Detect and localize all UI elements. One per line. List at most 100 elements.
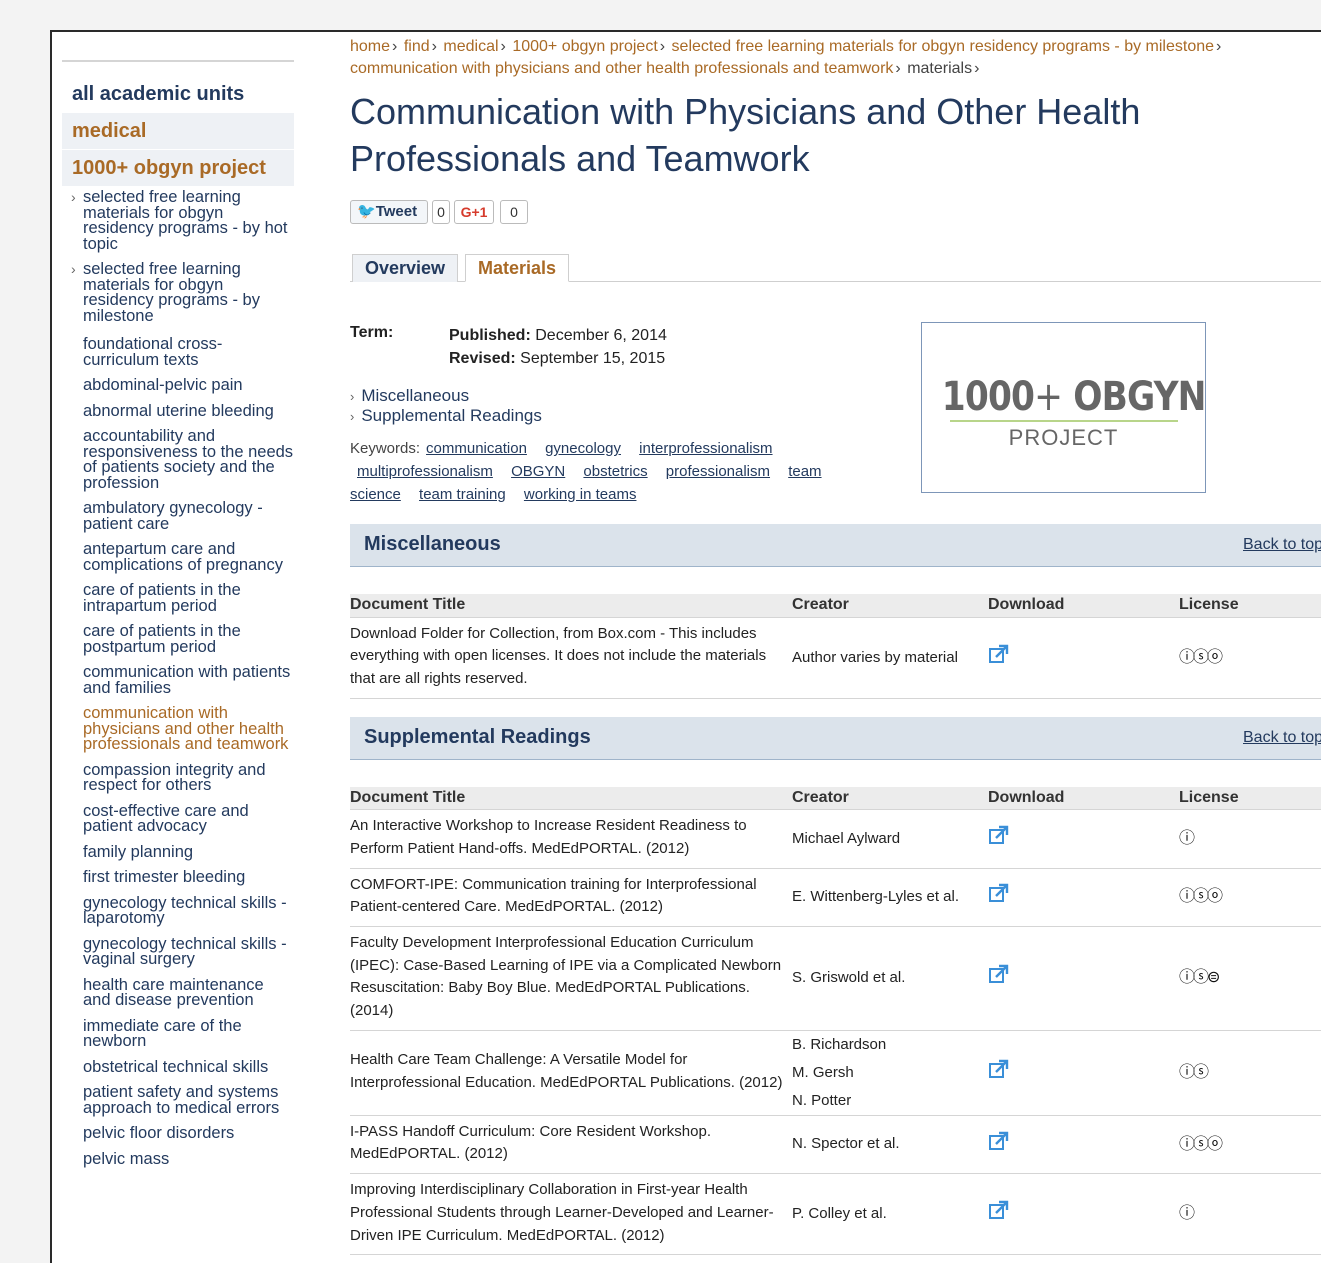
sidebar-item[interactable]: antepartum care and complications of pre… bbox=[62, 541, 294, 573]
document-title[interactable]: Improving Interdisciplinary Collaboratio… bbox=[350, 1173, 792, 1256]
sidebar-item-label: family planning bbox=[83, 842, 194, 861]
sidebar-item[interactable]: pelvic floor disorders bbox=[62, 1125, 294, 1142]
sidebar-item[interactable]: foundational cross-curriculum texts bbox=[62, 336, 294, 368]
keyword-link[interactable]: team training bbox=[419, 486, 506, 503]
external-link-icon[interactable] bbox=[988, 1130, 1010, 1152]
document-title-text: I-PASS Handoff Curriculum: Core Resident… bbox=[350, 1122, 711, 1163]
published-date: December 6, 2014 bbox=[535, 327, 667, 344]
sidebar-unit-medical[interactable]: medical bbox=[62, 113, 294, 149]
sidebar-item[interactable]: health care maintenance and disease prev… bbox=[62, 976, 294, 1009]
tweet-button[interactable]: 🐦Tweet bbox=[350, 200, 428, 224]
table-row: I-PASS Handoff Curriculum: Core Resident… bbox=[350, 1115, 1321, 1175]
sidebar-item[interactable]: pelvic mass bbox=[62, 1149, 294, 1168]
creative-commons-license-icon[interactable]: ⓘⓢ⊜ bbox=[1179, 967, 1220, 986]
logo-rule bbox=[950, 420, 1178, 422]
sidebar-item[interactable]: compassion integrity and respect for oth… bbox=[62, 761, 294, 794]
project-logo: 1000+ OBGYN PROJECT bbox=[921, 322, 1206, 493]
document-download bbox=[988, 617, 1179, 699]
sidebar-item[interactable]: care of patients in the intrapartum peri… bbox=[62, 581, 294, 615]
creator-name: N. Potter bbox=[792, 1091, 852, 1109]
back-to-top-link[interactable]: Back to top bbox=[1243, 524, 1321, 565]
keyword-link[interactable]: professionalism bbox=[666, 463, 770, 480]
sidebar-item-label: gynecology technical skills - vaginal su… bbox=[83, 934, 287, 968]
sidebar-item[interactable]: gynecology technical skills - vaginal su… bbox=[62, 934, 294, 968]
breadcrumb-link[interactable]: medical bbox=[443, 38, 498, 55]
tab-overview[interactable]: Overview bbox=[352, 254, 459, 282]
creative-commons-license-icon[interactable]: ⓘⓢⓞ bbox=[1179, 647, 1223, 666]
table-row: An Interactive Workshop to Increase Resi… bbox=[350, 809, 1321, 869]
column-header-download: Download bbox=[988, 594, 1179, 618]
sidebar-item[interactable]: cost-effective care and patient advocacy bbox=[62, 802, 294, 835]
external-link-icon[interactable] bbox=[988, 1058, 1010, 1080]
sidebar-item[interactable]: communication with patients and families bbox=[62, 664, 294, 696]
sidebar-item[interactable]: care of patients in the postpartum perio… bbox=[62, 623, 294, 655]
breadcrumb-link[interactable]: home bbox=[350, 38, 390, 55]
document-title[interactable]: Health Care Team Challenge: A Versatile … bbox=[350, 1030, 792, 1116]
breadcrumb-link[interactable]: 1000+ obgyn project bbox=[512, 38, 657, 55]
sidebar-unit-1000-obgyn-project[interactable]: 1000+ obgyn project bbox=[62, 150, 294, 186]
keyword-link[interactable]: interprofessionalism bbox=[639, 440, 772, 457]
google-plus-button[interactable]: G+1 bbox=[454, 200, 494, 224]
keyword-link[interactable]: multiprofessionalism bbox=[357, 463, 493, 480]
sidebar-item[interactable]: accountability and responsiveness to the… bbox=[62, 428, 294, 491]
tab-materials[interactable]: Materials bbox=[465, 254, 570, 282]
external-link-icon[interactable] bbox=[988, 824, 1010, 846]
external-link-icon[interactable] bbox=[988, 882, 1010, 904]
creator-name: N. Spector et al. bbox=[792, 1135, 900, 1153]
sidebar-all-academic-units[interactable]: all academic units bbox=[62, 76, 294, 112]
breadcrumb-link[interactable]: find bbox=[404, 38, 430, 55]
document-license: ⓘⓢ bbox=[1179, 1030, 1321, 1116]
sidebar-item[interactable]: abnormal uterine bleeding bbox=[62, 401, 294, 420]
sidebar: all academic units medical 1000+ obgyn p… bbox=[62, 60, 294, 1177]
sidebar-item-label: abnormal uterine bleeding bbox=[83, 401, 274, 420]
document-title-text: COMFORT-IPE: Communication training for … bbox=[350, 875, 757, 916]
breadcrumb-link[interactable]: selected free learning materials for obg… bbox=[672, 38, 1214, 55]
keyword-link[interactable]: communication bbox=[426, 440, 527, 457]
document-title[interactable]: COMFORT-IPE: Communication training for … bbox=[350, 868, 792, 927]
creative-commons-license-icon[interactable]: ⓘ bbox=[1179, 828, 1195, 847]
chevron-right-icon: › bbox=[350, 409, 355, 424]
creative-commons-license-icon[interactable]: ⓘⓢⓞ bbox=[1179, 886, 1223, 905]
creative-commons-license-icon[interactable]: ⓘⓢ bbox=[1179, 1062, 1209, 1081]
document-title[interactable]: I-PASS Handoff Curriculum: Core Resident… bbox=[350, 1115, 792, 1175]
creative-commons-license-icon[interactable]: ⓘⓢⓞ bbox=[1179, 1134, 1223, 1153]
sidebar-item-label: care of patients in the intrapartum peri… bbox=[83, 581, 241, 615]
keyword-link[interactable]: OBGYN bbox=[511, 463, 565, 480]
toc-item[interactable]: › Supplemental Readings bbox=[350, 406, 542, 426]
sidebar-item[interactable]: first trimester bleeding bbox=[62, 869, 294, 886]
sidebar-item-label: gynecology technical skills - laparotomy bbox=[83, 893, 287, 927]
section-header: Miscellaneous Back to top bbox=[350, 524, 1321, 567]
table-header-row: Document Title Creator Download License bbox=[350, 786, 1321, 811]
sidebar-item-label: pelvic mass bbox=[83, 1149, 170, 1168]
document-title-text: Health Care Team Challenge: A Versatile … bbox=[350, 1051, 783, 1091]
document-license: ⓘ bbox=[1179, 1173, 1321, 1256]
creator-name: M. Gersh bbox=[792, 1063, 854, 1081]
chevron-right-icon: › bbox=[350, 389, 355, 404]
sidebar-item[interactable]: ambulatory gynecology - patient care bbox=[62, 500, 294, 532]
sidebar-item[interactable]: abdominal-pelvic pain bbox=[62, 376, 294, 394]
document-title[interactable]: Download Folder for Collection, from Box… bbox=[350, 617, 792, 699]
toc-item[interactable]: › Miscellaneous bbox=[350, 386, 542, 406]
creative-commons-license-icon[interactable]: ⓘ bbox=[1179, 1203, 1195, 1222]
keyword-link[interactable]: working in teams bbox=[524, 486, 637, 503]
document-title[interactable]: An Interactive Workshop to Increase Resi… bbox=[350, 809, 792, 869]
external-link-icon[interactable] bbox=[988, 963, 1010, 985]
back-to-top-link[interactable]: Back to top bbox=[1243, 717, 1321, 758]
tweet-count: 0 bbox=[432, 200, 450, 224]
external-link-icon[interactable] bbox=[988, 643, 1010, 665]
keyword-link[interactable]: obstetrics bbox=[583, 463, 647, 480]
document-title[interactable]: Faculty Development Interprofessional Ed… bbox=[350, 926, 792, 1031]
tweet-label: Tweet bbox=[375, 203, 418, 220]
sidebar-item[interactable]: patient safety and systems approach to m… bbox=[62, 1084, 294, 1116]
breadcrumb-link[interactable]: communication with physicians and other … bbox=[350, 60, 893, 77]
sidebar-item[interactable]: family planning bbox=[62, 842, 294, 861]
sidebar-item[interactable]: immediate care of the newborn bbox=[62, 1017, 294, 1050]
sidebar-item[interactable]: gynecology technical skills - laparotomy bbox=[62, 893, 294, 927]
sidebar-item-label: abdominal-pelvic pain bbox=[83, 376, 243, 394]
external-link-icon[interactable] bbox=[988, 1199, 1010, 1221]
sidebar-item[interactable]: › selected free learning materials for ob… bbox=[62, 261, 294, 324]
keyword-link[interactable]: gynecology bbox=[545, 440, 621, 457]
sidebar-item[interactable]: obstetrical technical skills bbox=[62, 1058, 294, 1076]
sidebar-item[interactable]: communication with physicians and other … bbox=[62, 705, 294, 753]
sidebar-item[interactable]: › selected free learning materials for ob… bbox=[62, 189, 294, 252]
